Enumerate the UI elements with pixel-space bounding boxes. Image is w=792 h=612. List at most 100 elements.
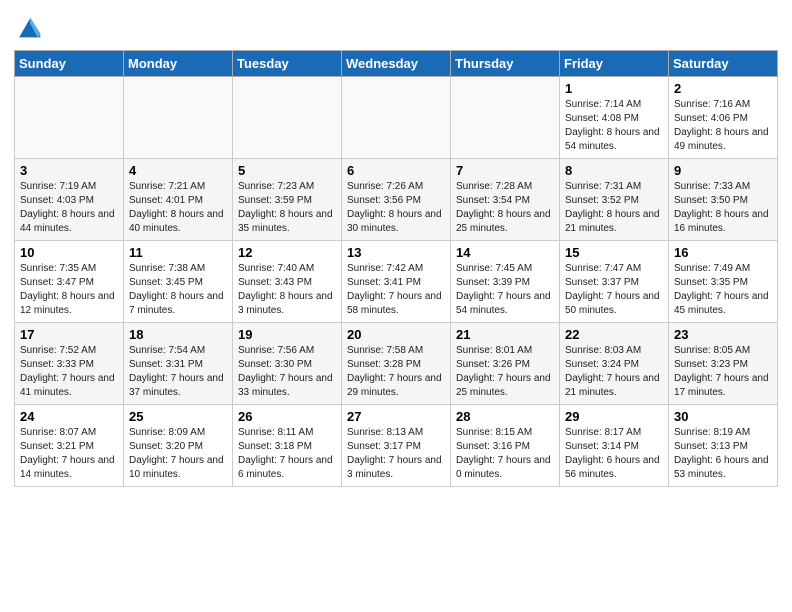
day-info: Sunrise: 8:03 AM Sunset: 3:24 PM Dayligh… [565,344,663,400]
calendar-cell: 7 Sunrise: 7:28 AM Sunset: 3:54 PM Daylig… [451,159,560,241]
calendar-cell [451,77,560,159]
day-number: 14 [456,245,554,260]
day-number: 20 [347,327,445,342]
calendar-cell: 15 Sunrise: 7:47 AM Sunset: 3:37 PM Dayli… [560,241,669,323]
calendar-week-5: 24 Sunrise: 8:07 AM Sunset: 3:21 PM Dayli… [15,405,778,487]
calendar-cell: 3Sunrise: 7:19 AM Sunset: 4:03 PM Daylig… [15,159,124,241]
calendar-cell: 20 Sunrise: 7:58 AM Sunset: 3:28 PM Dayli… [342,323,451,405]
calendar-cell: 2 Sunrise: 7:16 AM Sunset: 4:06 PM Daylig… [669,77,778,159]
day-number: 22 [565,327,663,342]
day-number: 18 [129,327,227,342]
day-info: Sunrise: 8:15 AM Sunset: 3:16 PM Dayligh… [456,426,554,482]
calendar-week-4: 17 Sunrise: 7:52 AM Sunset: 3:33 PM Dayli… [15,323,778,405]
day-number: 16 [674,245,772,260]
day-number: 19 [238,327,336,342]
calendar-cell: 1Sunrise: 7:14 AM Sunset: 4:08 PM Daylig… [560,77,669,159]
weekday-sunday: Sunday [15,51,124,77]
calendar-cell: 29 Sunrise: 8:17 AM Sunset: 3:14 PM Dayli… [560,405,669,487]
calendar-week-1: 1Sunrise: 7:14 AM Sunset: 4:08 PM Daylig… [15,77,778,159]
day-number: 4 [129,163,227,178]
day-number: 17 [20,327,118,342]
day-number: 3 [20,163,118,178]
day-info: Sunrise: 8:17 AM Sunset: 3:14 PM Dayligh… [565,426,663,482]
weekday-friday: Friday [560,51,669,77]
calendar-cell: 23 Sunrise: 8:05 AM Sunset: 3:23 PM Dayli… [669,323,778,405]
day-number: 27 [347,409,445,424]
day-info: Sunrise: 7:38 AM Sunset: 3:45 PM Dayligh… [129,262,227,318]
logo-icon [16,14,44,42]
calendar-cell: 8 Sunrise: 7:31 AM Sunset: 3:52 PM Daylig… [560,159,669,241]
day-number: 28 [456,409,554,424]
calendar-week-2: 3Sunrise: 7:19 AM Sunset: 4:03 PM Daylig… [15,159,778,241]
calendar-cell: 5 Sunrise: 7:23 AM Sunset: 3:59 PM Daylig… [233,159,342,241]
day-info: Sunrise: 7:16 AM Sunset: 4:06 PM Dayligh… [674,98,772,154]
calendar-cell: 24 Sunrise: 8:07 AM Sunset: 3:21 PM Dayli… [15,405,124,487]
calendar-cell [15,77,124,159]
day-number: 30 [674,409,772,424]
day-number: 10 [20,245,118,260]
day-info: Sunrise: 7:56 AM Sunset: 3:30 PM Dayligh… [238,344,336,400]
day-info: Sunrise: 8:19 AM Sunset: 3:13 PM Dayligh… [674,426,772,482]
calendar-cell: 19 Sunrise: 7:56 AM Sunset: 3:30 PM Dayli… [233,323,342,405]
day-info: Sunrise: 7:23 AM Sunset: 3:59 PM Dayligh… [238,180,336,236]
day-number: 21 [456,327,554,342]
day-number: 8 [565,163,663,178]
calendar: SundayMondayTuesdayWednesdayThursdayFrid… [14,50,778,487]
day-info: Sunrise: 7:52 AM Sunset: 3:33 PM Dayligh… [20,344,118,400]
calendar-cell [124,77,233,159]
calendar-cell: 30 Sunrise: 8:19 AM Sunset: 3:13 PM Dayli… [669,405,778,487]
day-info: Sunrise: 7:58 AM Sunset: 3:28 PM Dayligh… [347,344,445,400]
day-info: Sunrise: 8:01 AM Sunset: 3:26 PM Dayligh… [456,344,554,400]
calendar-cell: 12 Sunrise: 7:40 AM Sunset: 3:43 PM Dayli… [233,241,342,323]
day-number: 9 [674,163,772,178]
logo [14,14,44,42]
day-info: Sunrise: 7:31 AM Sunset: 3:52 PM Dayligh… [565,180,663,236]
weekday-wednesday: Wednesday [342,51,451,77]
calendar-cell: 10Sunrise: 7:35 AM Sunset: 3:47 PM Dayli… [15,241,124,323]
calendar-cell: 4Sunrise: 7:21 AM Sunset: 4:01 PM Daylig… [124,159,233,241]
day-number: 29 [565,409,663,424]
day-info: Sunrise: 8:11 AM Sunset: 3:18 PM Dayligh… [238,426,336,482]
calendar-cell: 27 Sunrise: 8:13 AM Sunset: 3:17 PM Dayli… [342,405,451,487]
day-info: Sunrise: 7:33 AM Sunset: 3:50 PM Dayligh… [674,180,772,236]
day-number: 12 [238,245,336,260]
day-number: 23 [674,327,772,342]
day-info: Sunrise: 7:45 AM Sunset: 3:39 PM Dayligh… [456,262,554,318]
day-number: 6 [347,163,445,178]
day-number: 25 [129,409,227,424]
weekday-saturday: Saturday [669,51,778,77]
weekday-thursday: Thursday [451,51,560,77]
calendar-cell: 9 Sunrise: 7:33 AM Sunset: 3:50 PM Daylig… [669,159,778,241]
day-info: Sunrise: 8:05 AM Sunset: 3:23 PM Dayligh… [674,344,772,400]
day-number: 2 [674,81,772,96]
day-number: 5 [238,163,336,178]
day-number: 26 [238,409,336,424]
calendar-cell: 17 Sunrise: 7:52 AM Sunset: 3:33 PM Dayli… [15,323,124,405]
day-number: 7 [456,163,554,178]
page: SundayMondayTuesdayWednesdayThursdayFrid… [0,0,792,497]
calendar-cell: 13 Sunrise: 7:42 AM Sunset: 3:41 PM Dayli… [342,241,451,323]
day-info: Sunrise: 7:28 AM Sunset: 3:54 PM Dayligh… [456,180,554,236]
day-number: 13 [347,245,445,260]
weekday-monday: Monday [124,51,233,77]
day-info: Sunrise: 8:13 AM Sunset: 3:17 PM Dayligh… [347,426,445,482]
day-number: 1 [565,81,663,96]
day-number: 11 [129,245,227,260]
calendar-cell: 16 Sunrise: 7:49 AM Sunset: 3:35 PM Dayli… [669,241,778,323]
day-number: 24 [20,409,118,424]
weekday-tuesday: Tuesday [233,51,342,77]
weekday-header-row: SundayMondayTuesdayWednesdayThursdayFrid… [15,51,778,77]
calendar-week-3: 10Sunrise: 7:35 AM Sunset: 3:47 PM Dayli… [15,241,778,323]
day-info: Sunrise: 8:09 AM Sunset: 3:20 PM Dayligh… [129,426,227,482]
calendar-cell [342,77,451,159]
day-info: Sunrise: 7:49 AM Sunset: 3:35 PM Dayligh… [674,262,772,318]
day-info: Sunrise: 7:54 AM Sunset: 3:31 PM Dayligh… [129,344,227,400]
day-info: Sunrise: 7:40 AM Sunset: 3:43 PM Dayligh… [238,262,336,318]
day-info: Sunrise: 8:07 AM Sunset: 3:21 PM Dayligh… [20,426,118,482]
day-number: 15 [565,245,663,260]
calendar-cell: 14 Sunrise: 7:45 AM Sunset: 3:39 PM Dayli… [451,241,560,323]
calendar-cell: 25 Sunrise: 8:09 AM Sunset: 3:20 PM Dayli… [124,405,233,487]
day-info: Sunrise: 7:42 AM Sunset: 3:41 PM Dayligh… [347,262,445,318]
day-info: Sunrise: 7:47 AM Sunset: 3:37 PM Dayligh… [565,262,663,318]
day-info: Sunrise: 7:26 AM Sunset: 3:56 PM Dayligh… [347,180,445,236]
